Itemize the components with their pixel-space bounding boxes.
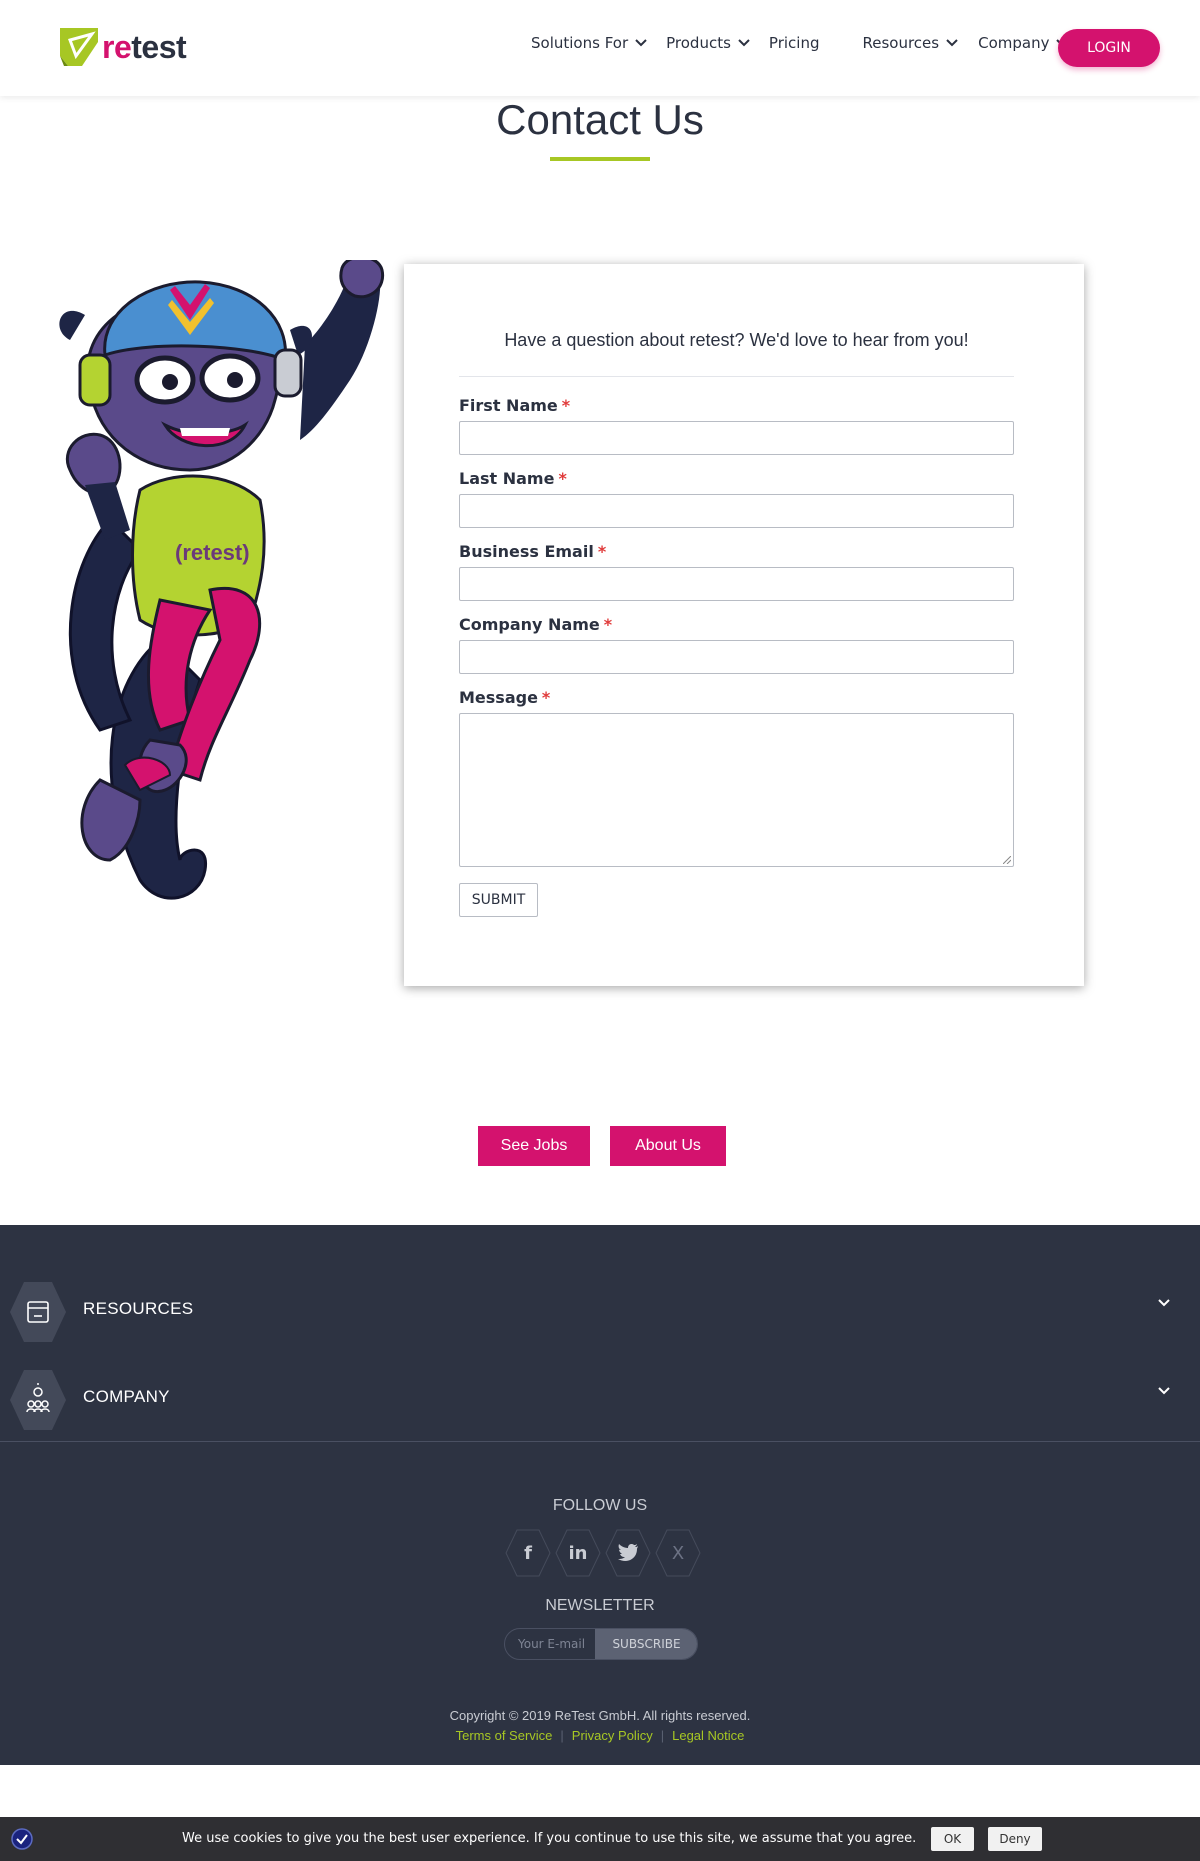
nav-label: Company: [978, 34, 1050, 52]
first-name-label: First Name *: [459, 396, 571, 415]
retest-logo[interactable]: retest: [58, 26, 187, 68]
submit-button[interactable]: SUBMIT: [459, 883, 538, 917]
message-label: Message *: [459, 688, 551, 707]
footer-accordion-resources[interactable]: RESOURCES: [0, 1275, 1200, 1345]
nav-label: Products: [666, 34, 731, 52]
chevron-down-icon: [1158, 1387, 1170, 1395]
page-title: Contact Us: [496, 96, 704, 143]
required-marker: *: [603, 615, 613, 634]
cookie-deny-button[interactable]: Deny: [988, 1827, 1042, 1851]
about-us-button[interactable]: About Us: [610, 1126, 726, 1166]
chevron-down-icon: [1158, 1299, 1170, 1307]
nav-solutions-for[interactable]: Solutions For: [531, 34, 648, 52]
nav-pricing[interactable]: Pricing: [769, 34, 820, 52]
chevron-down-icon: [946, 39, 958, 47]
retest-logo-icon: [60, 28, 98, 66]
form-intro-text: Have a question about retest? We'd love …: [504, 330, 969, 350]
mascot-shirt-text: (retest): [175, 540, 250, 565]
newsletter-email-input[interactable]: Your E-mail: [505, 1629, 595, 1659]
last-name-label: Last Name *: [459, 469, 567, 488]
business-email-input[interactable]: [459, 567, 1014, 601]
nav-label: Resources: [862, 34, 940, 52]
message-textarea[interactable]: [459, 713, 1014, 867]
hexagon-badge: [10, 1282, 66, 1342]
chevron-down-icon: [738, 39, 750, 47]
site-header: retest Solutions For Products Pricing Re…: [0, 0, 1200, 96]
newsletter-form: Your E-mail SUBSCRIBE: [504, 1628, 698, 1660]
newsletter-title: NEWSLETTER: [545, 1597, 655, 1614]
resize-grip-icon[interactable]: [1003, 856, 1011, 864]
footer-accordion-company[interactable]: COMPANY: [0, 1363, 1200, 1433]
terms-of-service-link[interactable]: Terms of Service: [456, 1728, 553, 1743]
hexagon-badge: [10, 1370, 66, 1430]
required-marker: *: [541, 688, 551, 707]
footer-divider: [0, 1441, 1200, 1442]
main-nav: Solutions For Products Pricing Resources…: [520, 34, 1069, 52]
company-name-input[interactable]: [459, 640, 1014, 674]
required-marker: *: [558, 469, 567, 488]
link-separator: |: [560, 1728, 564, 1743]
facebook-icon: f: [524, 1542, 532, 1564]
logo-wordmark: retest: [102, 28, 187, 65]
accordion-label: COMPANY: [83, 1387, 170, 1406]
first-name-input[interactable]: [459, 421, 1014, 455]
nav-label: Solutions For: [531, 34, 629, 52]
site-footer: RESOURCES COMPANY FOLLOW US f in X NEWSL…: [0, 1225, 1200, 1765]
link-separator: |: [660, 1728, 665, 1743]
cookie-consent-bar: We use cookies to give you the best user…: [0, 1817, 1200, 1861]
company-name-label: Company Name *: [459, 615, 613, 634]
xing-link[interactable]: X: [655, 1529, 701, 1577]
facebook-link[interactable]: f: [505, 1529, 551, 1577]
cookie-ok-button[interactable]: OK: [931, 1827, 974, 1851]
copyright-text: Copyright © 2019 ReTest GmbH. All rights…: [449, 1708, 751, 1723]
monkey-mascot-illustration: (retest): [59, 260, 385, 900]
subscribe-button[interactable]: SUBSCRIBE: [595, 1629, 697, 1659]
contact-form-card: Have a question about retest? We'd love …: [404, 264, 1084, 986]
chevron-down-icon: [635, 39, 647, 47]
cookie-message: We use cookies to give you the best user…: [182, 1831, 917, 1846]
login-button[interactable]: LOGIN: [1058, 29, 1160, 67]
follow-us-title: FOLLOW US: [552, 1497, 648, 1514]
twitter-link[interactable]: [605, 1529, 651, 1577]
see-jobs-button[interactable]: See Jobs: [478, 1126, 590, 1166]
twitter-icon: [618, 1544, 638, 1561]
last-name-input[interactable]: [459, 494, 1014, 528]
linkedin-link[interactable]: in: [555, 1529, 601, 1577]
nav-resources[interactable]: Resources: [862, 34, 959, 52]
legal-links: Terms of Service | Privacy Policy | Legal No…: [0, 1728, 1200, 1743]
privacy-policy-link[interactable]: Privacy Policy: [572, 1728, 653, 1743]
social-links: f in X: [505, 1529, 705, 1577]
nav-label: Pricing: [768, 34, 820, 52]
form-divider: [459, 376, 1014, 377]
nav-company[interactable]: Company: [978, 34, 1069, 52]
privacy-shield-icon[interactable]: [11, 1828, 33, 1850]
xing-icon: X: [671, 1542, 685, 1564]
legal-notice-link[interactable]: Legal Notice: [672, 1728, 744, 1743]
nav-products[interactable]: Products: [666, 34, 751, 52]
linkedin-icon: in: [568, 1542, 588, 1564]
required-marker: *: [561, 396, 571, 415]
title-underline: [550, 157, 650, 161]
required-marker: *: [597, 542, 607, 561]
accordion-label: RESOURCES: [83, 1299, 194, 1318]
business-email-label: Business Email *: [459, 542, 607, 561]
